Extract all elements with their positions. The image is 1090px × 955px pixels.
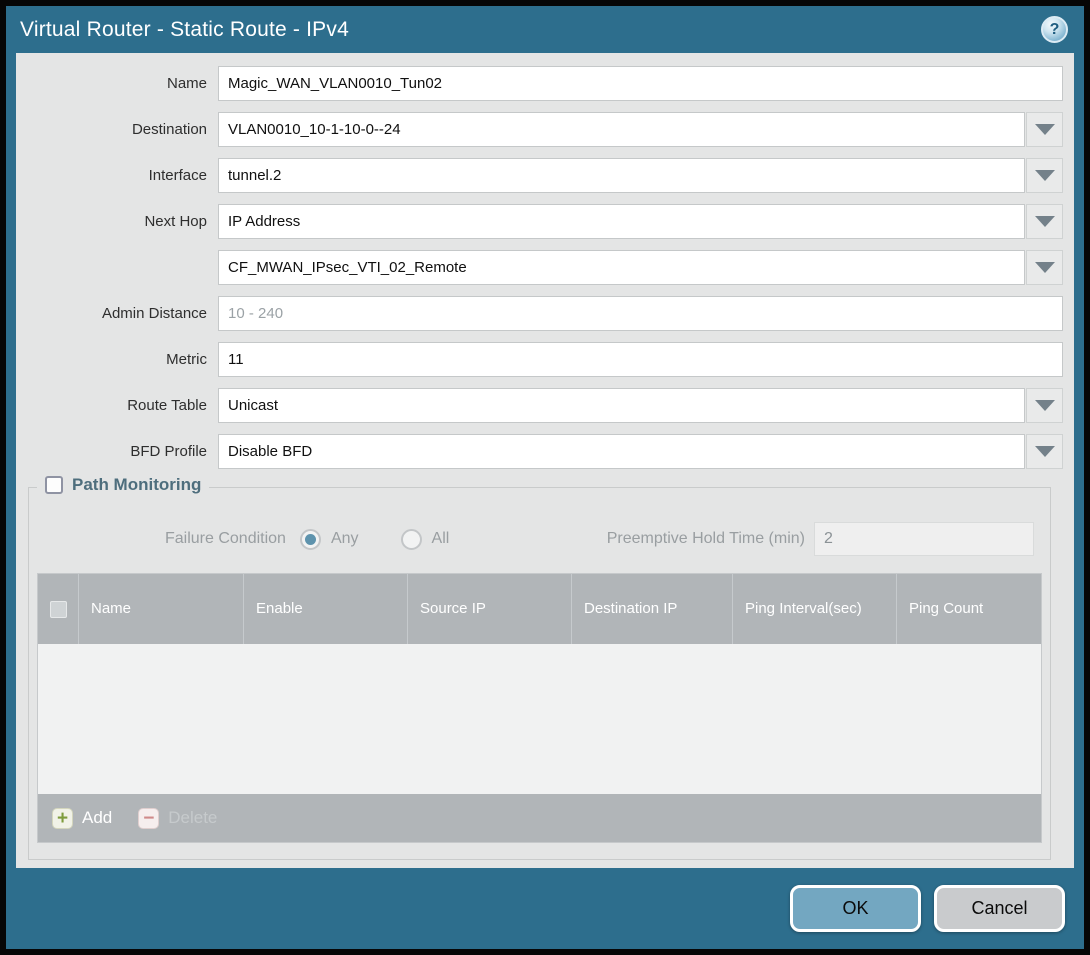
- next-hop-type-dropdown-button[interactable]: [1026, 204, 1063, 239]
- next-hop-label: Next Hop: [16, 213, 218, 230]
- failure-condition-all-radio[interactable]: [401, 529, 422, 550]
- dialog-content: Name Destination Interface Next Hop: [16, 53, 1074, 868]
- destination-label: Destination: [16, 121, 218, 138]
- name-label: Name: [16, 75, 218, 92]
- interface-dropdown-button[interactable]: [1026, 158, 1063, 193]
- interface-label: Interface: [16, 167, 218, 184]
- delete-button[interactable]: − Delete: [138, 808, 217, 829]
- path-monitoring-checkbox[interactable]: [45, 476, 63, 494]
- column-header-ping-interval: Ping Interval(sec): [733, 574, 897, 644]
- next-hop-address-row: [16, 250, 1063, 285]
- failure-condition-label: Failure Condition: [165, 530, 286, 548]
- column-header-ping-count: Ping Count: [897, 574, 1041, 644]
- next-hop-row: Next Hop: [16, 204, 1063, 239]
- select-all-checkbox[interactable]: [50, 601, 67, 618]
- plus-icon: +: [52, 808, 73, 829]
- path-monitoring-table-header: Name Enable Source IP Destination IP Pin…: [38, 574, 1041, 644]
- route-table-label: Route Table: [16, 397, 218, 414]
- next-hop-address-input[interactable]: [218, 250, 1025, 285]
- radio-dot-icon: [305, 534, 316, 545]
- destination-input[interactable]: [218, 112, 1025, 147]
- bfd-profile-dropdown-button[interactable]: [1026, 434, 1063, 469]
- metric-label: Metric: [16, 351, 218, 368]
- add-button[interactable]: + Add: [52, 808, 112, 829]
- column-header-name: Name: [79, 574, 244, 644]
- failure-condition-any-label: Any: [331, 530, 359, 548]
- path-monitoring-section: Path Monitoring Failure Condition Any Al…: [28, 487, 1051, 860]
- radio-dot-icon: [406, 534, 417, 545]
- dialog-footer: OK Cancel: [6, 868, 1084, 949]
- preemptive-hold-time-group: Preemptive Hold Time (min): [607, 522, 1034, 556]
- chevron-down-icon: [1035, 216, 1055, 227]
- delete-button-label: Delete: [168, 808, 217, 828]
- route-table-input[interactable]: [218, 388, 1025, 423]
- name-input[interactable]: [218, 66, 1063, 101]
- static-route-dialog: Virtual Router - Static Route - IPv4 ? N…: [0, 0, 1090, 955]
- bfd-profile-row: BFD Profile: [16, 434, 1063, 469]
- chevron-down-icon: [1035, 170, 1055, 181]
- next-hop-address-dropdown-button[interactable]: [1026, 250, 1063, 285]
- add-button-label: Add: [82, 808, 112, 828]
- metric-row: Metric: [16, 342, 1063, 377]
- minus-icon: −: [138, 808, 159, 829]
- interface-row: Interface: [16, 158, 1063, 193]
- admin-distance-row: Admin Distance: [16, 296, 1063, 331]
- failure-condition-any-radio[interactable]: [300, 529, 321, 550]
- chevron-down-icon: [1035, 262, 1055, 273]
- bfd-profile-input[interactable]: [218, 434, 1025, 469]
- column-header-enable: Enable: [244, 574, 408, 644]
- interface-input[interactable]: [218, 158, 1025, 193]
- bfd-profile-label: BFD Profile: [16, 443, 218, 460]
- chevron-down-icon: [1035, 124, 1055, 135]
- destination-row: Destination: [16, 112, 1063, 147]
- column-header-destination-ip: Destination IP: [572, 574, 733, 644]
- failure-condition-all-label: All: [432, 530, 450, 548]
- admin-distance-input[interactable]: [218, 296, 1063, 331]
- route-table-row: Route Table: [16, 388, 1063, 423]
- chevron-down-icon: [1035, 400, 1055, 411]
- preemptive-hold-time-input[interactable]: [814, 522, 1034, 556]
- path-monitoring-toolbar: + Add − Delete: [38, 794, 1041, 842]
- path-monitoring-legend: Path Monitoring: [37, 475, 209, 495]
- ok-button[interactable]: OK: [790, 885, 921, 932]
- route-table-dropdown-button[interactable]: [1026, 388, 1063, 423]
- chevron-down-icon: [1035, 446, 1055, 457]
- path-monitoring-table: Name Enable Source IP Destination IP Pin…: [37, 573, 1042, 843]
- admin-distance-label: Admin Distance: [16, 305, 218, 322]
- help-icon[interactable]: ?: [1041, 16, 1068, 43]
- metric-input[interactable]: [218, 342, 1063, 377]
- path-monitoring-table-body: [38, 644, 1041, 794]
- dialog-titlebar: Virtual Router - Static Route - IPv4 ?: [6, 6, 1084, 53]
- dialog-title: Virtual Router - Static Route - IPv4: [20, 18, 349, 42]
- failure-condition-row: Failure Condition Any All Preemptive Hol…: [165, 522, 1034, 556]
- table-header-checkbox-cell: [38, 574, 79, 644]
- next-hop-type-input[interactable]: [218, 204, 1025, 239]
- cancel-button[interactable]: Cancel: [934, 885, 1065, 932]
- column-header-source-ip: Source IP: [408, 574, 572, 644]
- path-monitoring-title: Path Monitoring: [72, 475, 201, 495]
- name-row: Name: [16, 66, 1063, 101]
- destination-dropdown-button[interactable]: [1026, 112, 1063, 147]
- preemptive-hold-time-label: Preemptive Hold Time (min): [607, 530, 805, 548]
